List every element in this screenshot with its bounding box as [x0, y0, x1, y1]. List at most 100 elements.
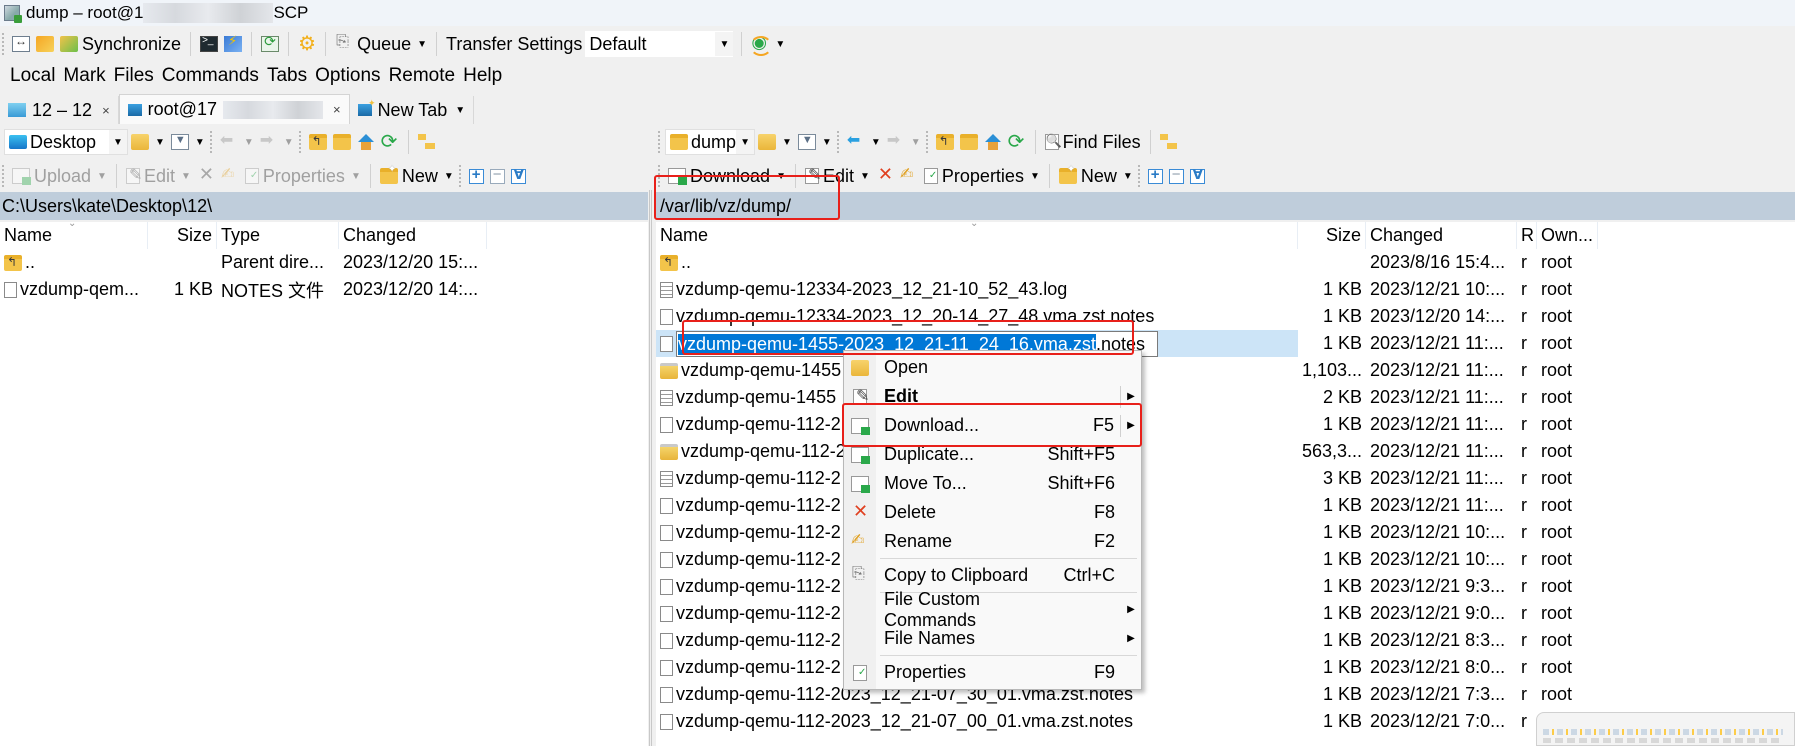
submenu-arrow-icon[interactable]: ▶ [1121, 604, 1141, 615]
remote-file-row[interactable]: vzdump-qemu-112-2 1 KB 2023/12/21 11:... r r… [656, 411, 1795, 438]
menu-item-move-to[interactable]: Move To... Shift+F6 [844, 469, 1141, 498]
menu-commands[interactable]: Commands [158, 65, 263, 87]
menu-item-edit[interactable]: Edit ▶ [844, 382, 1141, 411]
menu-options[interactable]: Options [311, 65, 384, 87]
column-header-changed[interactable]: Changed [1366, 222, 1517, 249]
local-path-bar[interactable]: C:\Users\kate\Desktop\12\ [0, 192, 648, 220]
local-forward-button[interactable]: ▼ [257, 128, 297, 156]
local-back-button[interactable]: ▼ [217, 128, 257, 156]
menu-remote[interactable]: Remote [385, 65, 460, 87]
remote-file-row[interactable]: .. 2023/8/16 15:4... rroot [656, 249, 1795, 276]
remote-properties-button[interactable]: Properties ▼ [921, 162, 1043, 190]
remote-unselect-button[interactable] [1166, 162, 1187, 190]
close-tab-icon[interactable]: × [333, 102, 341, 117]
column-header-type[interactable]: Type [217, 222, 339, 249]
local-edit-button[interactable]: Edit ▼ [123, 162, 194, 190]
menu-item-rename[interactable]: Rename F2 [844, 527, 1141, 556]
local-filter-button[interactable]: ▼ [168, 128, 208, 156]
remote-file-list[interactable]: ⌄ Name Size Changed R Own... .. 2023/8/16… [656, 222, 1795, 746]
column-header-rights[interactable]: R [1517, 222, 1537, 249]
download-button[interactable]: Download ▼ [665, 162, 789, 190]
remote-back-button[interactable]: ▼ [844, 128, 884, 156]
column-header-owner[interactable]: Own... [1537, 222, 1598, 249]
menu-tabs[interactable]: Tabs [263, 65, 311, 87]
menu-item-open[interactable]: Open [844, 353, 1141, 382]
remote-select-all-button[interactable] [1145, 162, 1166, 190]
column-header-size[interactable]: Size [148, 222, 217, 249]
menu-item-file-names[interactable]: File Names ▶ [844, 624, 1141, 653]
local-filter-select-button[interactable] [508, 162, 529, 190]
column-header-changed[interactable]: Changed [339, 222, 487, 249]
menu-item-duplicate[interactable]: Duplicate... Shift+F5 [844, 440, 1141, 469]
open-terminal-button[interactable] [197, 30, 221, 58]
remote-file-row[interactable]: vzdump-qemu-112-2 1 KB 2023/12/21 10:... r r… [656, 546, 1795, 573]
toolbar-grip[interactable] [2, 33, 5, 55]
local-file-row[interactable]: .. Parent dire... 2023/12/20 15:... [0, 249, 648, 276]
submenu-arrow-icon[interactable]: ▶ [1121, 420, 1141, 431]
upload-button[interactable]: Upload ▼ [9, 162, 110, 190]
remote-file-row[interactable]: vzdump-qemu-112-2 1 KB 2023/12/21 8:0... r r… [656, 654, 1795, 681]
local-file-list[interactable]: ⌄ Name Size Type Changed .. Parent dire..… [0, 222, 648, 746]
taskbar-thumbnail-preview[interactable] [1536, 712, 1795, 746]
find-files-button[interactable]: Find Files [1042, 128, 1144, 156]
remote-file-row[interactable]: vzdump-qemu-12334-2023_12_21-10_52_43.lo… [656, 276, 1795, 303]
local-new-button[interactable]: New ▼ [377, 162, 457, 190]
remote-filter-button[interactable]: ▼ [795, 128, 835, 156]
local-delete-button[interactable] [194, 162, 218, 190]
local-unselect-button[interactable] [487, 162, 508, 190]
remote-file-row[interactable]: vzdump-qemu-112-2 1 KB 2023/12/21 8:3... r r… [656, 627, 1795, 654]
remote-path-bar[interactable]: /var/lib/vz/dump/ [656, 192, 1795, 220]
remote-parent-dir-button[interactable] [933, 128, 957, 156]
remote-file-row[interactable]: vzdump-qemu-112-2023_12_21-07_30_01.vma.… [656, 681, 1795, 708]
reconnect-button[interactable]: ▼ [748, 30, 788, 58]
remote-delete-button[interactable] [873, 162, 897, 190]
remote-file-row[interactable]: vzdump-qemu-112-2 1 KB 2023/12/21 10:... r r… [656, 519, 1795, 546]
tab-new[interactable]: New Tab ▼ [350, 96, 475, 124]
local-root-dir-button[interactable] [330, 128, 354, 156]
remote-file-row[interactable]: vzdump-qemu-112-2 1 KB 2023/12/21 9:3... r r… [656, 573, 1795, 600]
local-open-directory-button[interactable]: ▼ [128, 128, 168, 156]
tab-remote-session[interactable]: root@17 × [118, 94, 350, 124]
column-header-size[interactable]: Size [1298, 222, 1366, 249]
local-parent-dir-button[interactable] [306, 128, 330, 156]
submenu-arrow-icon[interactable]: ▶ [1121, 391, 1141, 402]
remote-home-button[interactable] [981, 128, 1005, 156]
remote-file-row[interactable]: vzdump-qemu-1455 2 KB 2023/12/21 11:... r ro… [656, 384, 1795, 411]
submenu-arrow-icon[interactable]: ▶ [1121, 633, 1141, 644]
remote-rename-button[interactable] [897, 162, 921, 190]
menu-local[interactable]: Local [6, 65, 59, 87]
remote-file-row[interactable]: vzdump-qemu-112-2 3 KB 2023/12/21 11:... r r… [656, 465, 1795, 492]
synchronize-button[interactable]: Synchronize [57, 30, 184, 58]
remote-file-row[interactable]: vzdump-qemu-1455 1,103... 2023/12/21 11:..… [656, 357, 1795, 384]
menu-item-file-custom-commands[interactable]: File Custom Commands ▶ [844, 589, 1141, 630]
tab-local-session[interactable]: 12 – 12 × [0, 96, 119, 124]
local-properties-button[interactable]: Properties ▼ [242, 162, 364, 190]
remote-edit-button[interactable]: Edit ▼ [802, 162, 873, 190]
transfer-settings-select[interactable]: Default ▼ [585, 31, 734, 57]
synchronize-browsing-button[interactable] [33, 30, 57, 58]
remote-refresh-button[interactable] [1005, 128, 1029, 156]
chevron-down-icon[interactable]: ▼ [455, 105, 465, 116]
remote-new-button[interactable]: New ▼ [1056, 162, 1136, 190]
keep-up-to-date-button[interactable] [258, 30, 282, 58]
menu-help[interactable]: Help [459, 65, 506, 87]
local-tree-button[interactable] [415, 128, 439, 156]
queue-button[interactable]: Queue ▼ [332, 30, 430, 58]
local-location-select[interactable]: Desktop ▼ [4, 129, 128, 155]
close-tab-icon[interactable]: × [102, 103, 110, 118]
menu-mark[interactable]: Mark [59, 65, 109, 87]
remote-file-row[interactable]: vzdump-qemu-12334-2023_12_20-14_27_48.vm… [656, 303, 1795, 330]
menu-item-copy-to-clipboard[interactable]: Copy to Clipboard Ctrl+C [844, 561, 1141, 590]
remote-location-select[interactable]: dump ▼ [665, 129, 755, 155]
remote-forward-button[interactable]: ▼ [884, 128, 924, 156]
preferences-button[interactable] [295, 30, 319, 58]
menu-item-delete[interactable]: Delete F8 [844, 498, 1141, 527]
remote-file-row[interactable]: vzdump-qemu-112-2 1 KB 2023/12/21 9:0... r r… [656, 600, 1795, 627]
menu-item-download[interactable]: Download... F5 ▶ [844, 411, 1141, 440]
local-select-all-button[interactable] [466, 162, 487, 190]
local-refresh-button[interactable] [378, 128, 402, 156]
local-rename-button[interactable] [218, 162, 242, 190]
remote-open-directory-button[interactable]: ▼ [755, 128, 795, 156]
panel-splitter[interactable] [649, 190, 652, 746]
remote-filter-select-button[interactable] [1187, 162, 1208, 190]
